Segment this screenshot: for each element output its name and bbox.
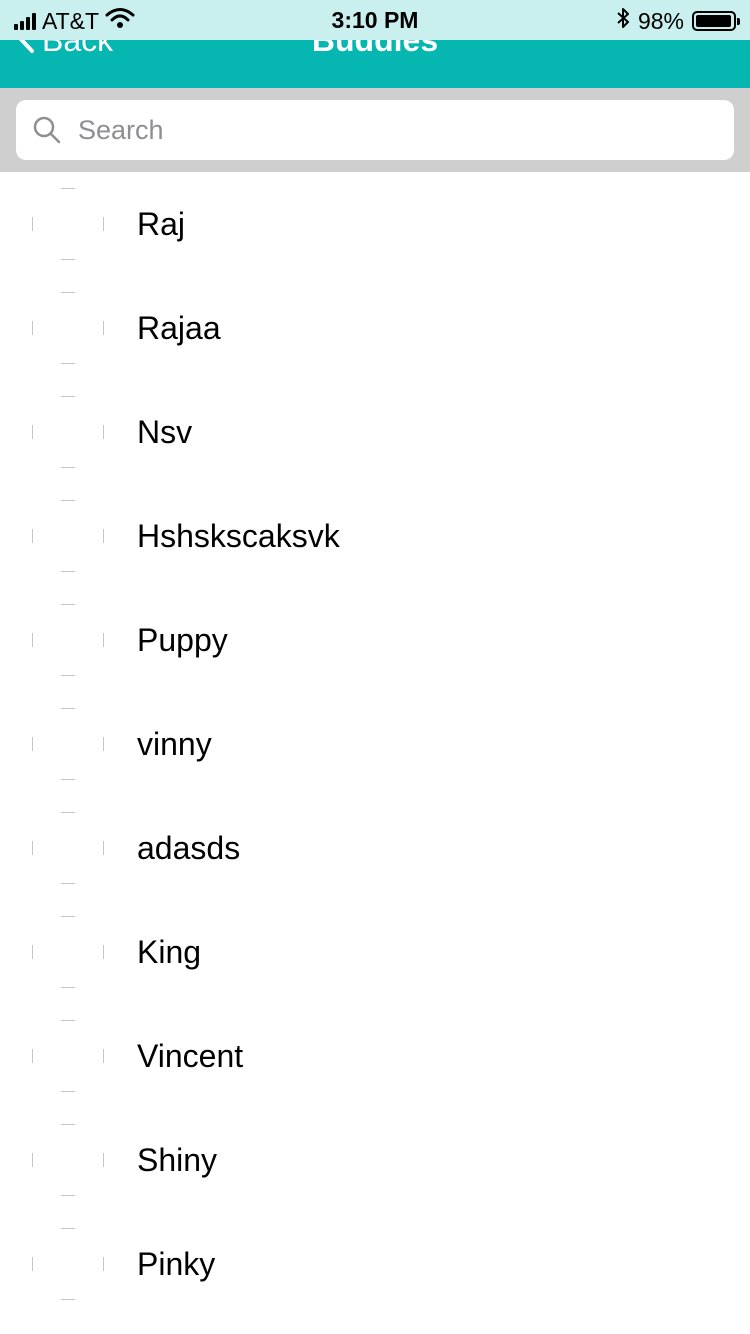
avatar bbox=[32, 188, 104, 260]
buddy-name: Raj bbox=[137, 206, 186, 242]
search-icon bbox=[32, 115, 62, 145]
avatar bbox=[32, 708, 104, 780]
buddy-name: Pinky bbox=[137, 1246, 216, 1282]
bluetooth-icon bbox=[616, 7, 630, 35]
buddy-list: Raj Rajaa Nsv Hshskscaksvk Puppy vinny adasds K… bbox=[0, 172, 750, 1316]
list-item[interactable]: Puppy bbox=[0, 588, 750, 692]
list-item[interactable]: King bbox=[0, 900, 750, 1004]
status-bar: AT&T 3:10 PM 98% bbox=[0, 0, 750, 40]
list-item[interactable]: Pinky bbox=[0, 1212, 750, 1316]
avatar bbox=[32, 292, 104, 364]
list-item[interactable]: Rajaa bbox=[0, 276, 750, 380]
search-bar bbox=[0, 88, 750, 172]
battery-icon bbox=[692, 11, 740, 31]
buddy-name: Puppy bbox=[137, 622, 228, 658]
list-item[interactable]: adasds bbox=[0, 796, 750, 900]
buddy-name: Rajaa bbox=[137, 310, 221, 346]
avatar bbox=[32, 500, 104, 572]
avatar bbox=[32, 396, 104, 468]
list-item[interactable]: vinny bbox=[0, 692, 750, 796]
avatar bbox=[32, 1228, 104, 1300]
buddy-name: Hshskscaksvk bbox=[137, 518, 340, 554]
buddy-name: Nsv bbox=[137, 414, 193, 450]
list-item[interactable]: Raj bbox=[0, 172, 750, 276]
avatar bbox=[32, 604, 104, 676]
battery-percent: 98% bbox=[637, 7, 684, 34]
search-input[interactable] bbox=[76, 113, 700, 147]
avatar bbox=[32, 1124, 104, 1196]
search-field[interactable] bbox=[16, 100, 734, 160]
buddy-name: Shiny bbox=[137, 1142, 218, 1178]
list-item[interactable]: Nsv bbox=[0, 380, 750, 484]
buddy-name: Vincent bbox=[137, 1038, 244, 1074]
avatar bbox=[32, 812, 104, 884]
buddy-name: adasds bbox=[137, 830, 241, 866]
list-item[interactable]: Hshskscaksvk bbox=[0, 484, 750, 588]
avatar bbox=[32, 1020, 104, 1092]
list-item[interactable]: Shiny bbox=[0, 1108, 750, 1212]
buddy-name: vinny bbox=[137, 726, 212, 762]
buddy-name: King bbox=[137, 934, 202, 970]
list-item[interactable]: Vincent bbox=[0, 1004, 750, 1108]
avatar bbox=[32, 916, 104, 988]
